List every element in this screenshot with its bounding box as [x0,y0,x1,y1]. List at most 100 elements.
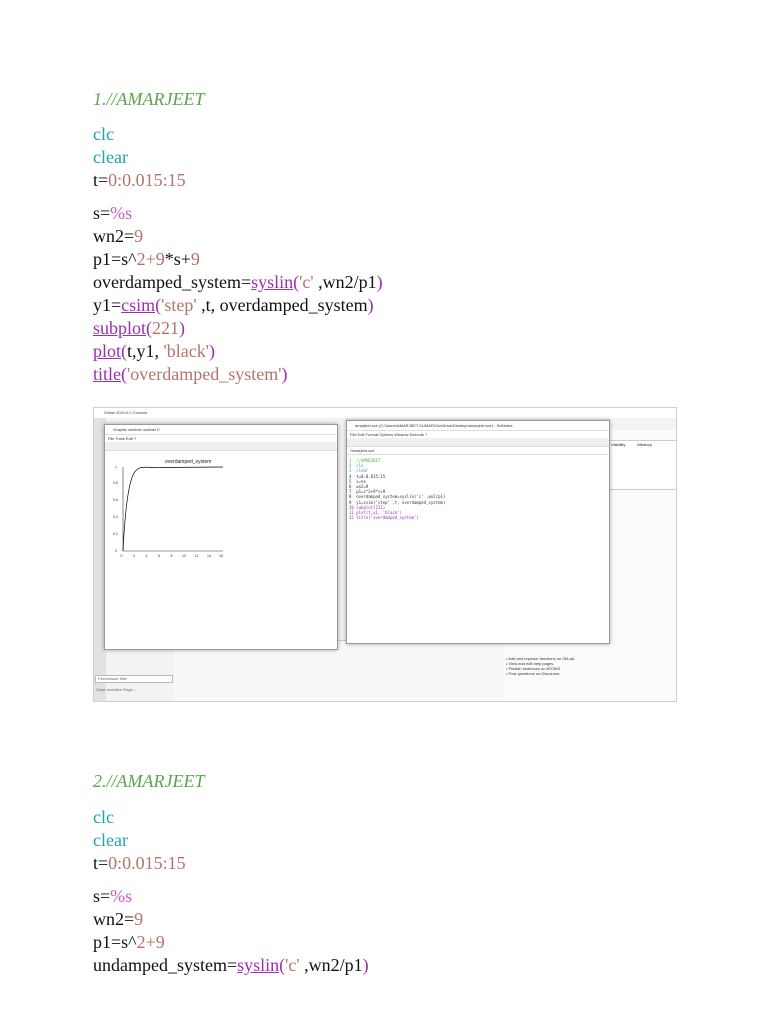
code-clc: clc [93,124,114,144]
y-tick: 0.8 [113,481,118,485]
help-line: • Post questions on Discourse. [506,671,561,676]
code-p1: p1=s^2+9*s+9 [93,248,383,271]
plot-close: ) [209,341,215,361]
title-str: 'overdamped_system' [127,364,282,384]
s-var: s= [93,203,111,223]
editor-line: 12 title('overdamped_system') [349,515,419,521]
code-p1: p1=s^2+9 [93,931,369,954]
section2-heading: 2.//AMARJEET [93,771,205,791]
sys-str: 'c' [285,955,300,975]
section1-code: clc clear t=0:0.015:15 s=%s wn2=9 p1=s^2… [93,123,383,386]
code-wn2: wn2=9 [93,225,383,248]
section1-heading: 1.//AMARJEET [93,89,205,109]
p1-part-d: 9 [155,249,165,269]
y-tick: 1 [115,465,117,469]
p1-part-a: p1=s^ [93,932,137,952]
x-tick: 2 [133,554,135,558]
code-s: s=%s [93,202,383,225]
console-titlebar: Scilab 2024.0.0 Console [94,408,676,418]
p1-part-d: 9 [155,932,165,952]
regex-checkbox-label[interactable]: Rege... [123,687,136,692]
syslin-link[interactable]: syslin [237,955,279,975]
p1-part-e: *s+ [164,249,191,269]
plot-str: 'black' [163,341,209,361]
subplot-arg: 221 [152,318,180,338]
code-t: t=0:0.015:15 [93,852,369,875]
code-undamped: undamped_system=syslin('c' ,wn2/p1) [93,954,369,977]
x-tick: 10 [182,554,186,558]
var-memory-header: Memory [637,442,652,447]
sys-var: undamped_system= [93,955,238,975]
syslin-link[interactable]: syslin [251,272,293,292]
sys-close: ) [376,272,383,292]
t-range: 0:0.015:15 [108,853,186,873]
x-tick: 8 [171,554,173,558]
step-response-plot: overdamped_system 0 2 4 6 8 10 12 14 16 … [105,451,335,641]
graphic-toolbar [105,442,337,451]
x-tick: 14 [207,554,211,558]
plot-title: overdamped_system [165,459,211,465]
p1-part-a: p1=s^ [93,249,137,269]
csim-link[interactable]: csim [121,295,155,315]
t-var: t= [93,853,109,873]
sys-rest: ,wn2/p1 [299,955,363,975]
y1-close: ) [367,295,374,315]
code-plot: plot(t,y1, 'black') [93,340,383,363]
code-y1: y1=csim('step' ,t, overdamped_system) [93,294,383,317]
y1-var: y1= [93,295,122,315]
graphic-titlebar: Graphic window number 0 [105,425,337,435]
code-overdamped: overdamped_system=syslin('c' ,wn2/p1) [93,271,383,294]
sys-close: ) [362,955,369,975]
s-var: s= [93,886,111,906]
scinotes-window: amarjeet.sce (C:\Users\AMARJEET KUMAR\On… [346,420,610,644]
case-checkbox-label[interactable]: Case sensitive [96,687,122,692]
editor-titlebar: amarjeet.sce (C:\Users\AMARJEET KUMAR\On… [347,421,609,431]
editor-toolbar [347,438,609,447]
subplot-close: ) [179,318,186,338]
title-close: ) [281,364,288,384]
title-link[interactable]: title [93,364,121,384]
subplot-link[interactable]: subplot [93,318,146,338]
code-subplot: subplot(221) [93,317,383,340]
variable-browser: Visibility Memory [609,440,676,490]
p1-part-c: + [145,932,156,952]
sys-var: overdamped_system= [93,272,252,292]
plot-link[interactable]: plot [93,341,121,361]
y-tick: 0 [115,549,117,553]
y1-str: 'step' [161,295,197,315]
x-tick: 6 [158,554,160,558]
filebrowser-filter: Filebrowser filter Case sensitive Rege..… [94,674,174,701]
editor-code[interactable]: 1 //AMARJEET 2 clc 3 clear 4 t=0:0.015:1… [347,455,609,523]
wn2-var: wn2= [93,226,135,246]
x-tick: 16 [219,554,223,558]
scilab-screenshot: Scilab 2024.0.0 Console Visibility Memor… [93,407,677,702]
y-tick: 0.6 [113,498,118,502]
p1-part-b: 2 [136,249,146,269]
filter-input[interactable]: Filebrowser filter [95,675,173,683]
code-t: t=0:0.015:15 [93,169,383,192]
editor-menu: File Edit Format Options Window Execute … [350,432,428,437]
p1-part-c: + [145,249,156,269]
graphic-window: Graphic window number 0 File Tools Edit … [104,424,338,650]
code-clear: clear [93,830,128,850]
wn2-val: 9 [134,909,144,929]
section2-code: clc clear t=0:0.015:15 s=%s wn2=9 p1=s^2… [93,806,369,977]
sys-rest: ,wn2/p1 [313,272,377,292]
code-wn2: wn2=9 [93,908,369,931]
t-range: 0:0.015:15 [108,170,186,190]
y-tick: 0.4 [113,515,118,519]
y1-rest: ,t, overdamped_system [196,295,368,315]
code-s: s=%s [93,885,369,908]
wn2-val: 9 [134,226,144,246]
p1-part-f: 9 [190,249,200,269]
p1-part-b: 2 [136,932,146,952]
sys-str: 'c' [299,272,314,292]
editor-tab[interactable]: *amarjeet.sce [347,447,609,455]
console-help-text: • Add and improve functions on GitLab. •… [506,656,575,676]
code-title: title('overdamped_system') [93,363,383,386]
x-tick: 4 [146,554,148,558]
y-tick: 0.2 [113,532,118,536]
code-clc: clc [93,807,114,827]
t-var: t= [93,170,109,190]
x-tick: 0 [121,554,123,558]
